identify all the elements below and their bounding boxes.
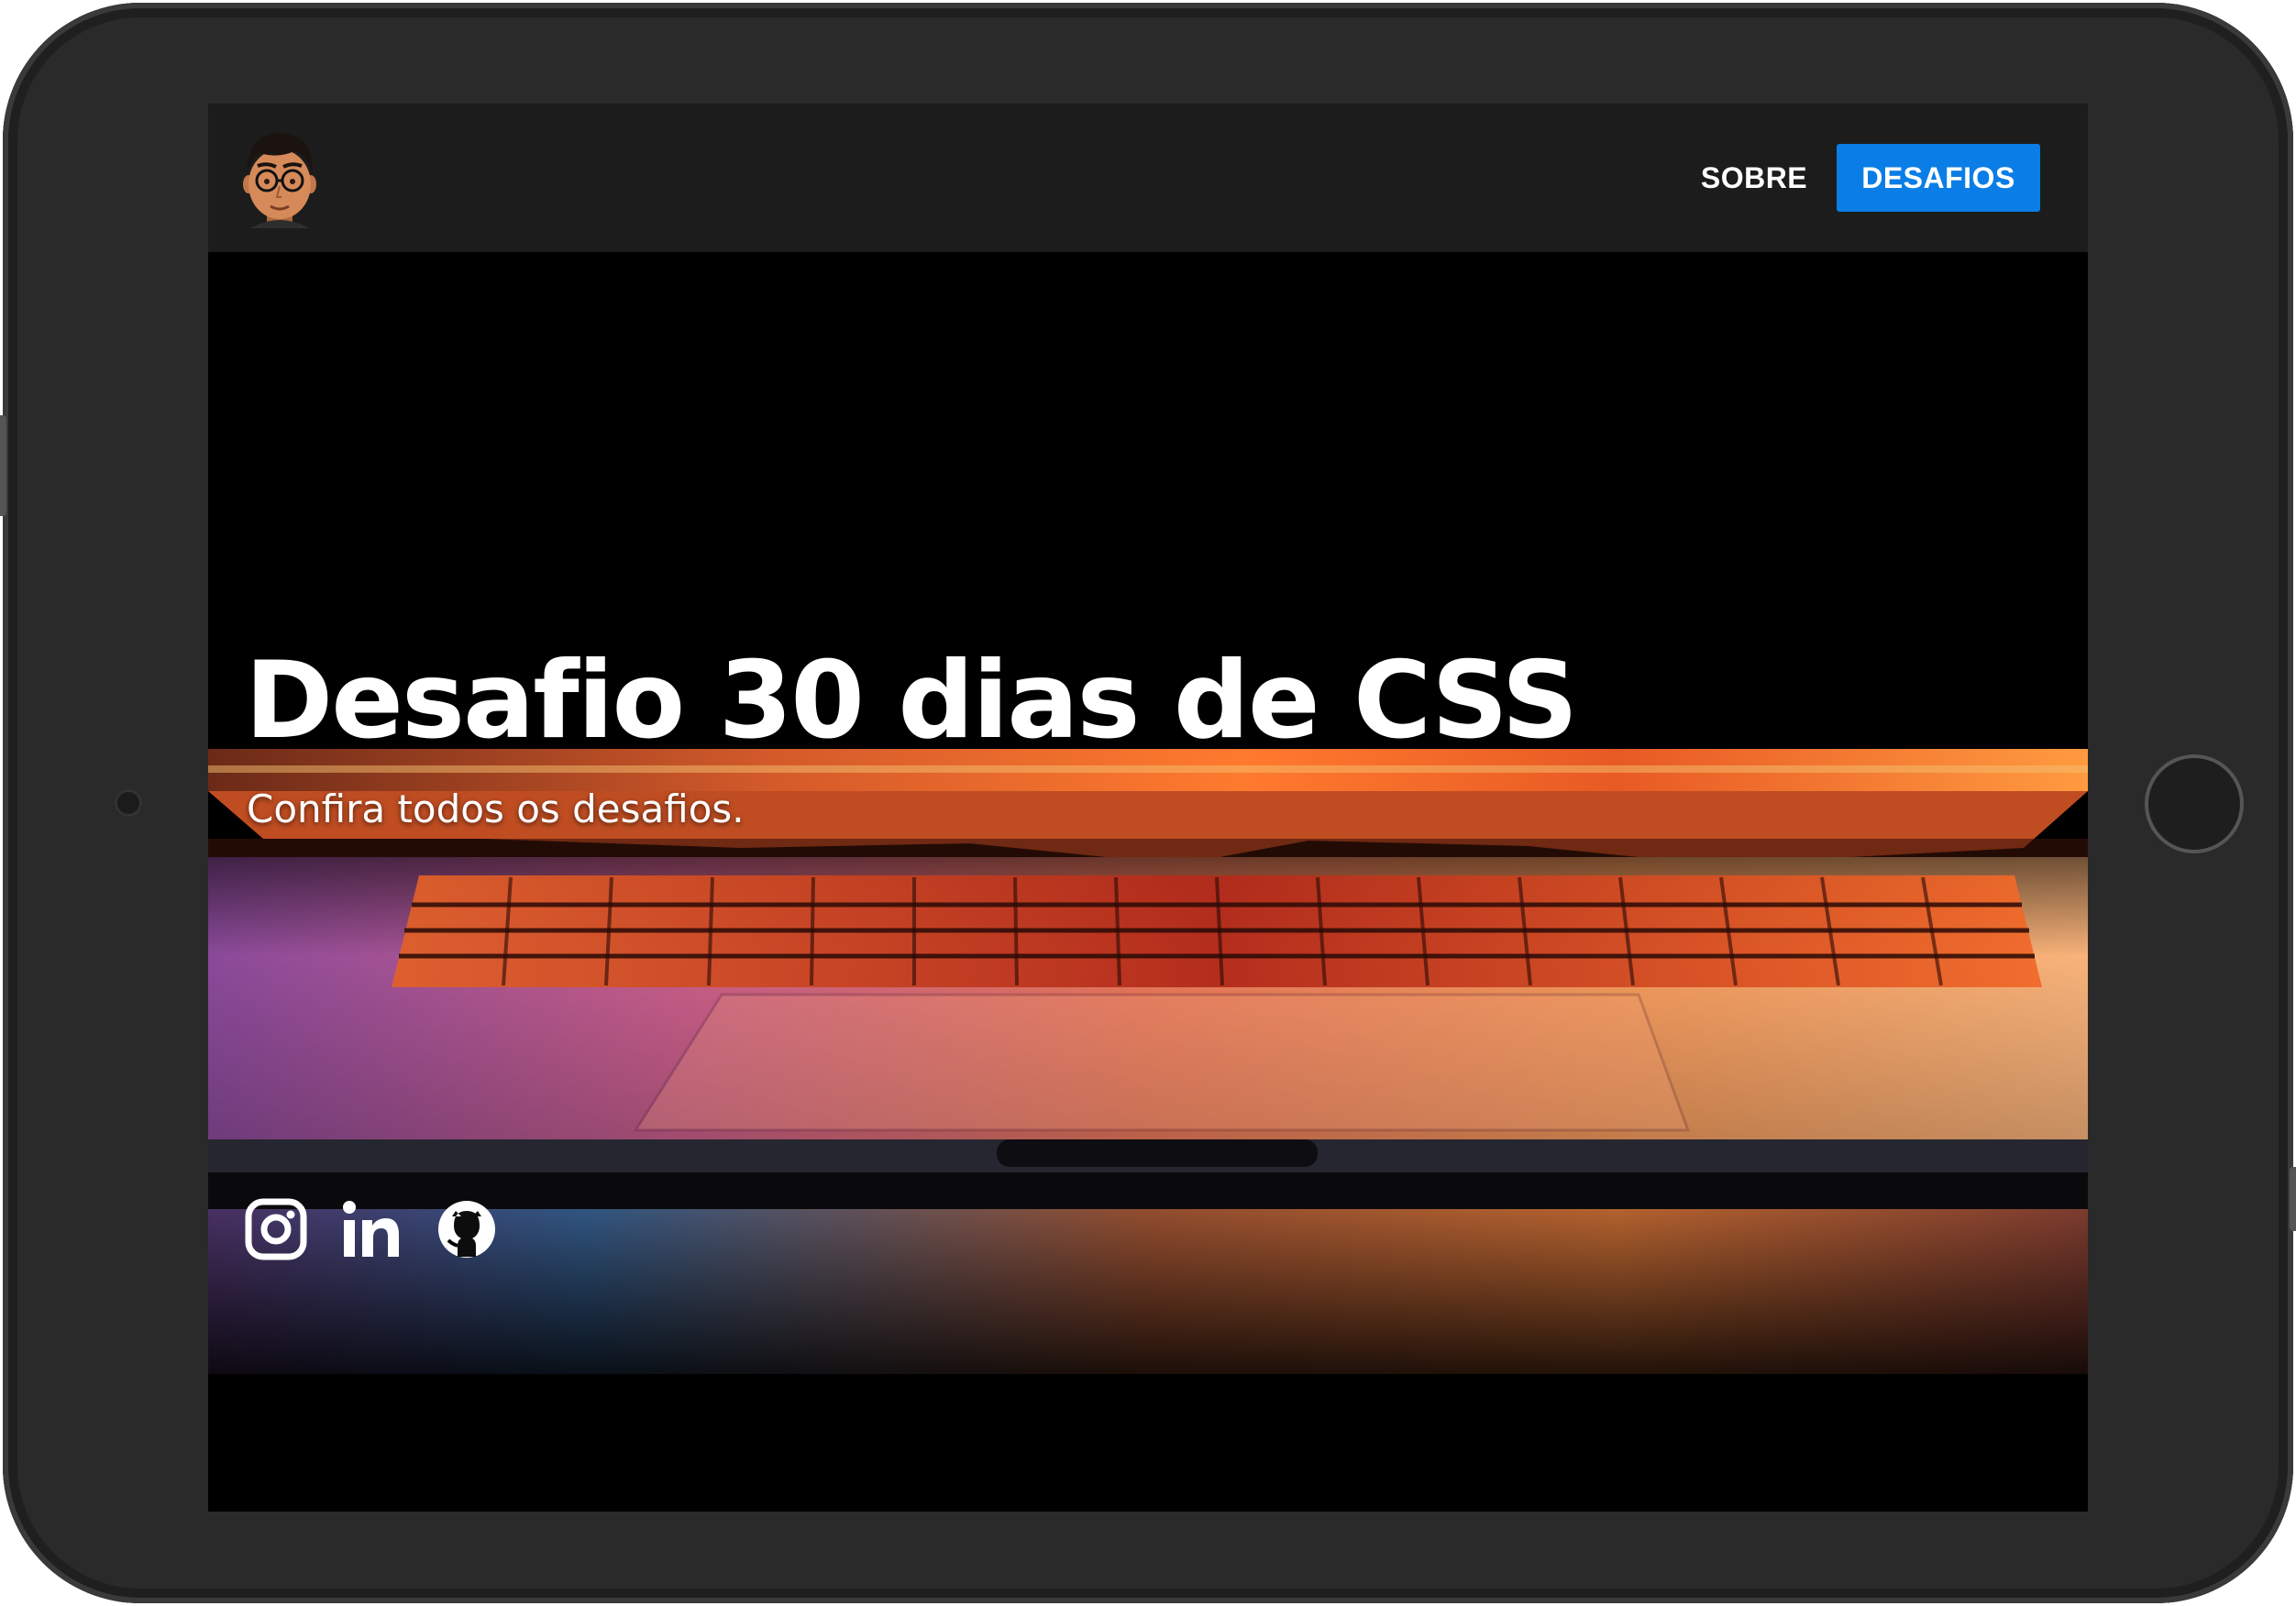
volume-button — [0, 415, 6, 516]
avatar[interactable] — [241, 127, 318, 228]
linkedin-link[interactable] — [340, 1198, 403, 1260]
nav-link-desafios[interactable]: DESAFIOS — [1837, 144, 2040, 212]
navbar: SOBRE DESAFIOS — [208, 104, 2088, 252]
screen: SOBRE DESAFIOS Desafio 30 dias de CSS Co… — [208, 104, 2088, 1512]
developer-avatar-icon — [243, 133, 316, 228]
power-button — [2290, 1167, 2296, 1231]
hero-title: Desafio 30 dias de CSS — [245, 639, 1578, 763]
front-camera — [115, 789, 142, 817]
instagram-link[interactable] — [245, 1198, 307, 1260]
home-button[interactable] — [2145, 754, 2244, 853]
instagram-icon — [245, 1198, 307, 1260]
nav-link-sobre[interactable]: SOBRE — [1662, 144, 1846, 212]
social-links — [245, 1194, 498, 1264]
github-icon — [438, 1201, 495, 1258]
hero-section: Desafio 30 dias de CSS Confira todos os … — [208, 252, 2088, 1512]
linkedin-icon — [343, 1201, 399, 1257]
github-link[interactable] — [436, 1198, 498, 1260]
hero-subtitle: Confira todos os desafios. — [247, 786, 745, 831]
tablet-frame: SOBRE DESAFIOS Desafio 30 dias de CSS Co… — [0, 3, 2296, 1603]
laptop-background-image — [208, 749, 2088, 1512]
